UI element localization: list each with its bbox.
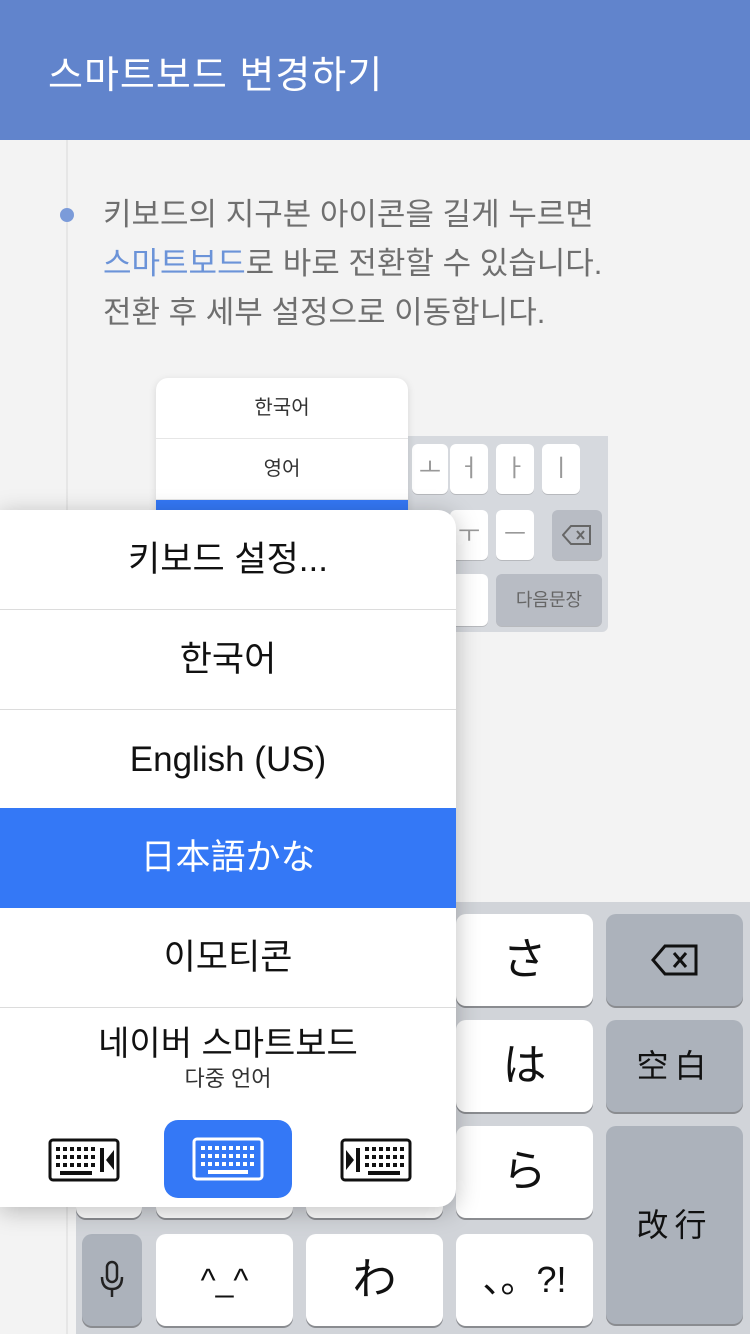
header-bar: 스마트보드 변경하기 (0, 0, 750, 140)
guide-line-2: 스마트보드로 바로 전환할 수 있습니다. (103, 239, 723, 288)
menu-korean[interactable]: 한국어 (0, 610, 456, 710)
illus-popup-korean: 한국어 (156, 378, 408, 439)
keyboard-center-button[interactable] (164, 1120, 292, 1198)
smartboard-highlight: 스마트보드 (103, 246, 246, 281)
page-title: 스마트보드 변경하기 (48, 55, 384, 97)
illus-backspace-key (552, 510, 602, 560)
punctuation-key[interactable]: 、。?! (456, 1234, 593, 1326)
menu-naver-smartboard[interactable]: 네이버 스마트보드 다중 언어 (0, 1008, 456, 1112)
illustration-popup: 한국어 영어 (156, 378, 408, 518)
kaomoji-key[interactable]: ^_^ (156, 1234, 293, 1326)
key-wa[interactable]: わ (306, 1234, 443, 1326)
mic-key[interactable] (82, 1234, 142, 1326)
keyboard-center-icon (192, 1137, 264, 1181)
menu-keyboard-settings[interactable]: 키보드 설정... (0, 510, 456, 610)
space-key[interactable]: 空白 (606, 1020, 743, 1112)
backspace-icon (561, 525, 591, 545)
backspace-icon (650, 944, 697, 976)
microphone-icon (100, 1260, 124, 1297)
menu-english[interactable]: English (US) (0, 710, 456, 810)
illus-key-eu: ㅡ (496, 510, 534, 560)
illus-key-a: ㅏ (496, 444, 534, 494)
key-sa[interactable]: さ (456, 914, 593, 1006)
guide-line-1: 키보드의 지구본 아이콘을 길게 누르면 (103, 197, 594, 232)
bullet-dot (60, 208, 74, 222)
keyboard-left-button[interactable] (48, 1138, 120, 1187)
illus-next-sentence-key: 다음문장 (496, 574, 602, 626)
keyboard-right-button[interactable] (340, 1138, 412, 1187)
key-ra[interactable]: ら (456, 1126, 593, 1218)
illus-key-i: ㅣ (542, 444, 580, 494)
smartboard-label: 네이버 스마트보드 (98, 1025, 358, 1063)
guide-line-2-rest: 로 바로 전환할 수 있습니다. (245, 246, 603, 281)
guide-line-3: 전환 후 세부 설정으로 이동합니다. (103, 295, 546, 330)
enter-key[interactable]: 改行 (606, 1126, 743, 1324)
key-ha[interactable]: は (456, 1020, 593, 1112)
blank-panel (480, 632, 750, 904)
illus-key-o: ㅗ (412, 444, 448, 494)
keyboard-right-icon (340, 1138, 412, 1182)
menu-emoticon[interactable]: 이모티콘 (0, 908, 456, 1008)
keyboard-left-icon (48, 1138, 120, 1182)
illus-key-eo: ㅓ (450, 444, 488, 494)
smartboard-sublabel: 다중 언어 (184, 1066, 272, 1091)
keyboard-switch-menu: 키보드 설정... 한국어 English (US) 日本語かな 이모티콘 네이… (0, 510, 456, 1207)
menu-japanese-kana[interactable]: 日本語かな (0, 808, 456, 908)
illus-popup-english: 영어 (156, 439, 408, 500)
guide-text: 키보드의 지구본 아이콘을 길게 누르면 스마트보드로 바로 전환할 수 있습니… (103, 190, 723, 337)
backspace-key[interactable] (606, 914, 743, 1006)
